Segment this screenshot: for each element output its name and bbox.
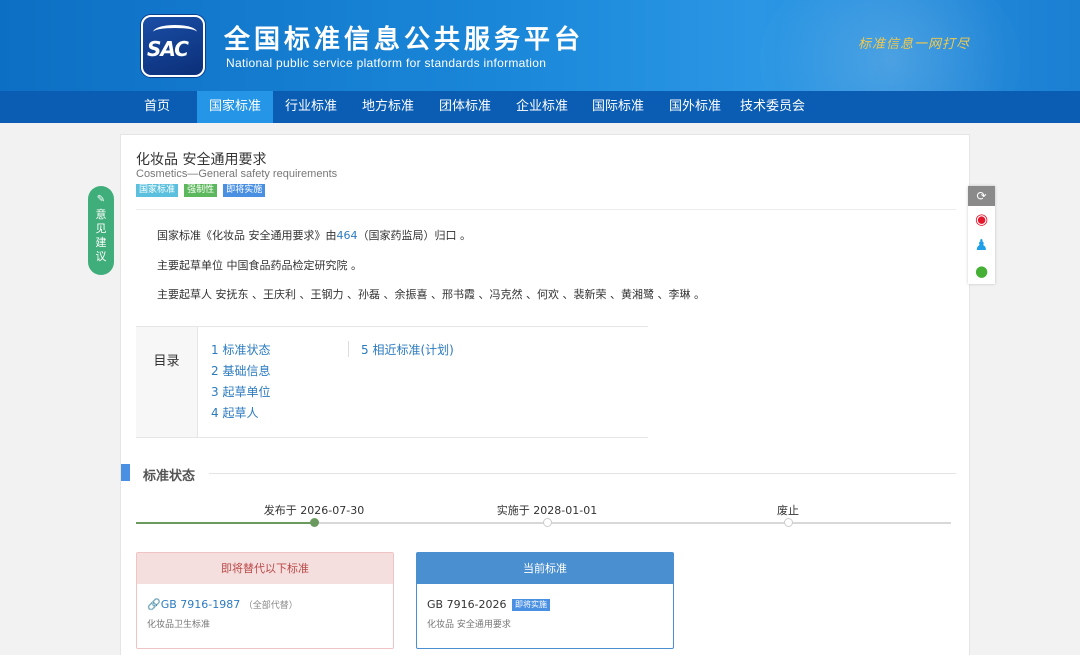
section-header-status: 标准状态 [121, 463, 956, 484]
main-nav: 首页 国家标准 行业标准 地方标准 团体标准 企业标准 国际标准 国外标准 技术… [0, 91, 1080, 123]
nav-item-committee[interactable]: 技术委员会 [728, 91, 817, 123]
weibo-icon[interactable]: ◉ [968, 206, 995, 232]
card-header: 当前标准 [417, 553, 673, 584]
site-title: 全国标准信息公共服务平台 [224, 25, 585, 55]
replaced-standard-desc: 化妆品卫生标准 [147, 620, 211, 630]
timeline-label-effective: 实施于 2028-01-01 [496, 504, 598, 517]
refresh-icon[interactable]: ⟳ [968, 186, 995, 206]
status-timeline [136, 518, 951, 527]
standard-title-en: Cosmetics—General safety requirements [136, 168, 338, 180]
timeline-dot-published [310, 518, 319, 527]
toc-item-related[interactable]: 5 相近标准(计划) [361, 341, 454, 358]
logo-text: SAC [147, 37, 189, 61]
feedback-char: 意 [95, 208, 107, 221]
link-icon: 🔗 [147, 598, 161, 611]
timeline-progress [136, 522, 314, 524]
nav-item-industry[interactable]: 行业标准 [273, 91, 349, 123]
standard-detail-panel: 化妆品 安全通用要求 Cosmetics—General safety requ… [120, 134, 970, 655]
standard-tags: 国家标准 强制性 即将实施 [136, 184, 266, 198]
table-of-contents: 目录 1 标准状态 2 基础信息 3 起草单位 4 起草人 5 相近标准(计划) [136, 326, 648, 438]
toc-item-drafters[interactable]: 4 起草人 [211, 404, 258, 421]
tag-national: 国家标准 [136, 184, 179, 197]
info-line-committee: 国家标准《化妆品 安全通用要求》由464（国家药监局）归口 。 [157, 227, 471, 243]
info-line-drafters: 主要起草人 安抚东 、王庆利 、王钢力 、孙磊 、余振喜 、邢书霞 、冯克然 、… [157, 288, 705, 301]
site-header: SAC 全国标准信息公共服务平台 National public service… [0, 0, 1080, 91]
nav-item-home[interactable]: 首页 [132, 91, 182, 123]
toc-item-drafting-unit[interactable]: 3 起草单位 [211, 383, 270, 400]
current-standard-desc: 化妆品 安全通用要求 [427, 620, 511, 630]
feedback-char: 见 [95, 222, 107, 235]
nav-item-group[interactable]: 团体标准 [427, 91, 503, 123]
nav-item-local[interactable]: 地方标准 [350, 91, 426, 123]
replaced-standard-row: 🔗GB 7916-1987 （全部代替） [147, 598, 298, 611]
timeline-label-abolished: 废止 [777, 504, 799, 517]
section-bar [121, 464, 130, 481]
site-subtitle: National public service platform for sta… [226, 56, 547, 70]
share-bar: ⟳ ◉ ♟ ● [968, 186, 995, 284]
section-line [209, 473, 956, 474]
committee-link[interactable]: 464 [337, 229, 358, 242]
replaced-standard-card: 即将替代以下标准 🔗GB 7916-1987 （全部代替） 化妆品卫生标准 [136, 552, 394, 649]
current-standard-row: GB 7916-2026 即将实施 [427, 598, 551, 611]
nav-item-international[interactable]: 国际标准 [580, 91, 656, 123]
info-line-drafting-unit: 主要起草单位 中国食品药品检定研究院 。 [157, 259, 362, 272]
current-standard-code: GB 7916-2026 [427, 598, 507, 611]
site-slogan: 标准信息一网打尽 [858, 37, 971, 52]
divider [136, 209, 956, 210]
feedback-char: 建 [95, 236, 107, 249]
wechat-icon[interactable]: ● [968, 258, 995, 284]
toc-item-basic-info[interactable]: 2 基础信息 [211, 362, 270, 379]
toc-item-status[interactable]: 1 标准状态 [211, 341, 270, 358]
qq-icon[interactable]: ♟ [968, 232, 995, 258]
sac-logo[interactable]: SAC [141, 15, 205, 77]
replaced-standard-link[interactable]: GB 7916-1987 [161, 598, 241, 611]
tag-upcoming: 即将实施 [223, 184, 266, 197]
feedback-char: 议 [95, 250, 107, 263]
standard-title: 化妆品 安全通用要求 [136, 152, 267, 168]
info-text: （国家药监局）归口 。 [357, 229, 472, 242]
section-title: 标准状态 [143, 469, 196, 484]
timeline-dot-abolished [784, 518, 793, 527]
nav-item-foreign[interactable]: 国外标准 [657, 91, 733, 123]
timeline-dot-effective [543, 518, 552, 527]
nav-item-enterprise[interactable]: 企业标准 [504, 91, 580, 123]
replace-note: （全部代替） [243, 601, 298, 611]
nav-item-national[interactable]: 国家标准 [197, 91, 274, 123]
edit-icon: ✎ [96, 194, 106, 205]
toc-separator [348, 341, 349, 357]
info-text: 国家标准《化妆品 安全通用要求》由 [157, 229, 337, 242]
timeline-label-published: 发布于 2026-07-30 [263, 504, 365, 517]
toc-label: 目录 [136, 327, 198, 437]
feedback-tab[interactable]: ✎ 意 见 建 议 [88, 186, 114, 275]
current-standard-card: 当前标准 GB 7916-2026 即将实施 化妆品 安全通用要求 [416, 552, 674, 649]
status-badge: 即将实施 [512, 599, 551, 611]
tag-mandatory: 强制性 [184, 184, 218, 197]
card-header: 即将替代以下标准 [137, 553, 393, 584]
